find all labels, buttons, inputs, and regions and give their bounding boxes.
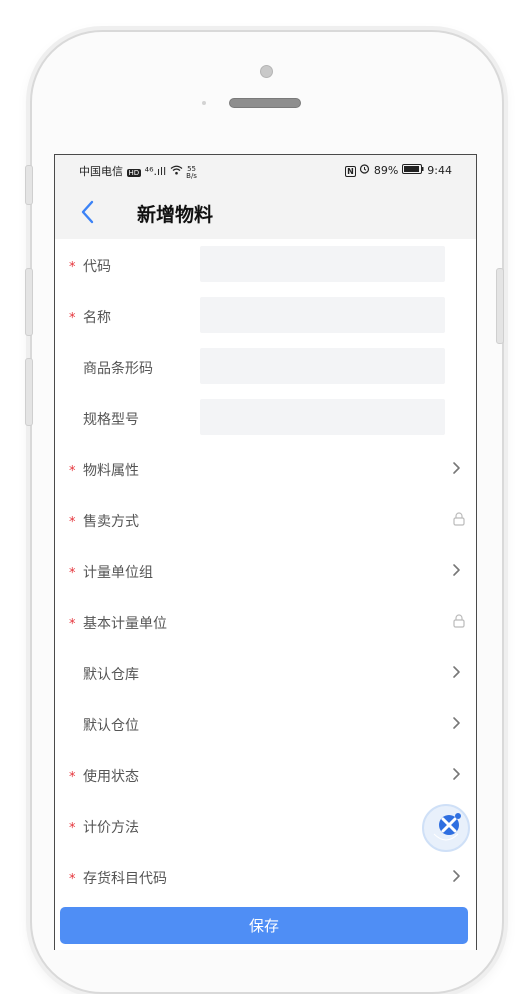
mute-switch (25, 165, 33, 205)
chevron-right-icon (453, 768, 460, 780)
nfc-icon: N (345, 166, 356, 177)
lock-icon (453, 614, 465, 628)
form-row: 商品条形码 (55, 341, 476, 392)
power-button (496, 268, 504, 344)
field-label: * 计价方法 (69, 817, 139, 837)
chevron-right-icon (453, 666, 460, 678)
field-label: * 使用状态 (69, 766, 139, 786)
field-label: 商品条形码 (69, 358, 153, 378)
chevron-left-icon (81, 200, 94, 224)
form-row: * 基本计量单位 (55, 596, 476, 647)
field-input[interactable] (200, 399, 445, 435)
field-label: * 代码 (69, 256, 111, 276)
field-label-text: 代码 (83, 259, 111, 275)
field-label-text: 名称 (83, 310, 111, 326)
form-row[interactable]: * 存货科目代码 (55, 851, 476, 902)
field-label-text: 售卖方式 (83, 514, 139, 530)
battery-icon (401, 164, 428, 177)
field-label-text: 物料属性 (83, 463, 139, 479)
chevron-right-icon (453, 717, 460, 729)
field-label: * 存货科目代码 (69, 868, 167, 888)
field-label: 默认仓库 (69, 664, 139, 684)
front-camera (260, 65, 273, 78)
required-mark: * (69, 617, 76, 632)
field-label: * 基本计量单位 (69, 613, 167, 633)
field-input[interactable] (200, 297, 445, 333)
required-mark: * (69, 260, 76, 275)
status-right: N 89% 9:44 (345, 163, 452, 177)
form-row[interactable]: * 计价方法 (55, 800, 476, 851)
field-label: * 计量单位组 (69, 562, 153, 582)
proximity-sensor (202, 101, 206, 105)
field-label-text: 规格型号 (83, 412, 139, 428)
page-title: 新增物料 (137, 204, 214, 226)
form-row: 规格型号 (55, 392, 476, 443)
field-input[interactable] (200, 348, 445, 384)
form-row[interactable]: * 计量单位组 (55, 545, 476, 596)
field-label: 默认仓位 (69, 715, 139, 735)
status-bar: 中国电信 HD ⁴⁶.ıll 55 B/s N 89% 9:44 (55, 155, 476, 185)
save-button[interactable]: 保存 (60, 907, 468, 944)
nav-bar: 新增物料 (55, 185, 476, 239)
field-label: * 名称 (69, 307, 111, 327)
field-label-text: 默认仓库 (83, 667, 139, 683)
earpiece-speaker (229, 98, 301, 108)
form-row[interactable]: 默认仓库 (55, 647, 476, 698)
status-left: 中国电信 HD ⁴⁶.ıll 55 B/s (79, 163, 197, 180)
form-row: * 售卖方式 (55, 494, 476, 545)
volume-down-button (25, 358, 33, 426)
form-row[interactable]: 默认仓位 (55, 698, 476, 749)
carrier-name: 中国电信 (79, 165, 123, 178)
chevron-right-icon (453, 462, 460, 474)
required-mark: * (69, 566, 76, 581)
required-mark: * (69, 821, 76, 836)
field-label: 规格型号 (69, 409, 139, 429)
lock-icon (453, 512, 465, 526)
clock-time: 9:44 (427, 164, 452, 177)
field-input[interactable] (200, 246, 445, 282)
net-speed-unit: B/s (186, 172, 197, 180)
wifi-icon (170, 165, 187, 178)
field-label-text: 使用状态 (83, 769, 139, 785)
field-label: * 售卖方式 (69, 511, 139, 531)
battery-percent: 89% (373, 164, 399, 177)
app-screen: 中国电信 HD ⁴⁶.ıll 55 B/s N 89% 9:44 新增物料 * … (54, 154, 477, 950)
chevron-right-icon (453, 870, 460, 882)
field-label-text: 商品条形码 (83, 361, 153, 377)
assistant-float-button[interactable] (421, 803, 471, 853)
form-row[interactable]: * 物料属性 (55, 443, 476, 494)
material-form: * 代码 * 名称商品条形码规格型号 * 物料属性 * 售卖方式 * 计量单位组 * 基本计量单位 默认… (55, 239, 476, 902)
assistant-icon (422, 804, 470, 852)
field-label-text: 默认仓位 (83, 718, 139, 734)
required-mark: * (69, 770, 76, 785)
required-mark: * (69, 311, 76, 326)
field-label-text: 计价方法 (83, 820, 139, 836)
required-mark: * (69, 515, 76, 530)
volume-up-button (25, 268, 33, 336)
field-label-text: 存货科目代码 (83, 871, 167, 887)
required-mark: * (69, 872, 76, 887)
net-speed: 55 B/s (186, 166, 197, 180)
field-label-text: 基本计量单位 (83, 616, 167, 632)
alarm-icon (359, 164, 374, 177)
required-mark: * (69, 464, 76, 479)
chevron-right-icon (453, 564, 460, 576)
hd-badge: HD (126, 169, 142, 177)
field-label: * 物料属性 (69, 460, 139, 480)
form-row: * 代码 (55, 239, 476, 290)
form-row: * 名称 (55, 290, 476, 341)
form-row[interactable]: * 使用状态 (55, 749, 476, 800)
signal-icon: ⁴⁶.ıll (144, 165, 167, 178)
back-button[interactable] (77, 199, 99, 225)
field-label-text: 计量单位组 (83, 565, 153, 581)
